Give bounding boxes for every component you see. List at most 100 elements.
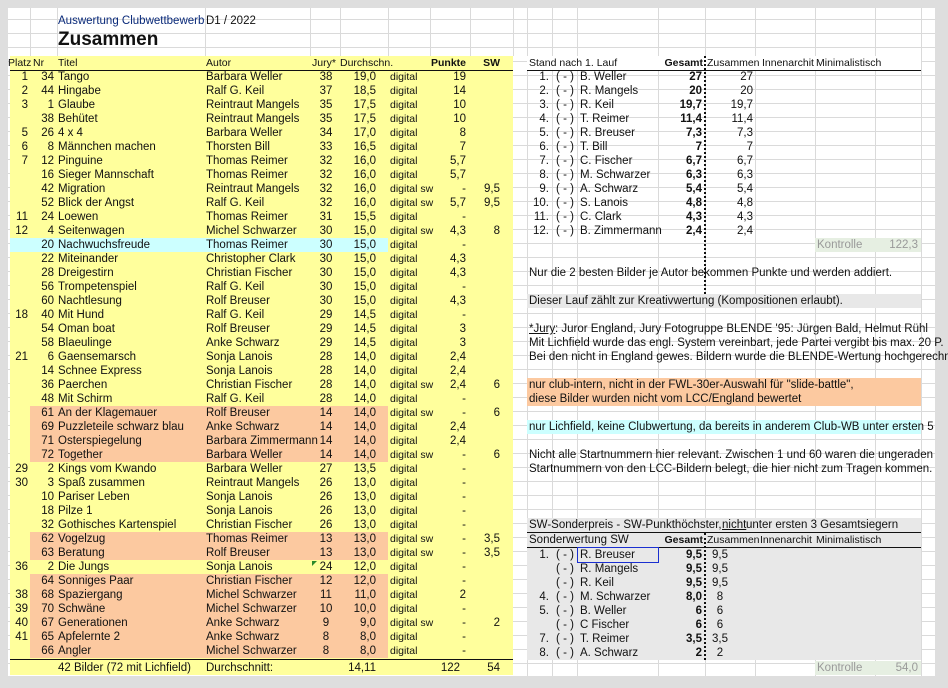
nr[interactable]: 2 — [30, 462, 54, 476]
zusammen[interactable]: 19,7 — [705, 98, 753, 112]
platz[interactable] — [8, 504, 28, 518]
typ[interactable]: digital — [390, 644, 430, 658]
rank[interactable]: 7. — [527, 154, 549, 168]
durchschnitt[interactable]: 16,0 — [340, 182, 376, 196]
platz[interactable] — [8, 364, 28, 378]
gesamt[interactable]: 7 — [658, 140, 702, 154]
zusammen[interactable]: 7,3 — [705, 126, 753, 140]
sw[interactable] — [470, 126, 500, 140]
header-nr[interactable]: Nr — [33, 56, 55, 70]
nr[interactable]: 18 — [30, 504, 54, 518]
jury[interactable]: 28 — [312, 392, 340, 406]
gesamt[interactable]: 2 — [658, 646, 702, 660]
jury[interactable]: 32 — [312, 168, 340, 182]
punkte[interactable]: - — [430, 462, 466, 476]
jury[interactable]: 8 — [312, 630, 340, 644]
rank[interactable]: 8. — [527, 646, 549, 660]
sw[interactable]: 3,5 — [470, 532, 500, 546]
gesamt[interactable]: 4,3 — [658, 210, 702, 224]
titel[interactable]: Nachwuchsfreude — [58, 238, 203, 252]
punkte[interactable]: 5,7 — [430, 154, 466, 168]
titel[interactable]: Loewen — [58, 210, 203, 224]
rank[interactable]: 11. — [527, 210, 549, 224]
durchschnitt[interactable]: 15,0 — [340, 266, 376, 280]
jury[interactable]: 27 — [312, 462, 340, 476]
jury[interactable]: 26 — [312, 504, 340, 518]
typ[interactable]: digital — [390, 364, 430, 378]
durchschnitt[interactable]: 13,5 — [340, 462, 376, 476]
header-jury[interactable]: Jury* — [312, 56, 342, 70]
nr[interactable]: 28 — [30, 266, 54, 280]
autor[interactable]: Barbara Zimmermann — [206, 434, 318, 448]
typ[interactable]: digital sw — [390, 616, 433, 630]
nr[interactable]: 24 — [30, 210, 54, 224]
note-start1[interactable]: Nicht alle Startnummern hier relevant. Z… — [529, 448, 933, 462]
durchschnitt[interactable]: 16,0 — [340, 196, 376, 210]
zusammen[interactable]: 9,5 — [705, 576, 735, 590]
jury[interactable]: 38 — [312, 70, 340, 84]
titel[interactable]: Blick der Angst — [58, 196, 203, 210]
autor[interactable]: Sonja Lanois — [206, 350, 310, 364]
titel[interactable]: Vogelzug — [58, 532, 203, 546]
punkte[interactable]: - — [430, 210, 466, 224]
name[interactable]: S. Lanois — [580, 196, 658, 210]
name[interactable]: M. Schwarzer — [580, 590, 658, 604]
autor[interactable]: Anke Schwarz — [206, 630, 310, 644]
sw[interactable] — [470, 602, 500, 616]
gesamt[interactable]: 11,4 — [658, 112, 702, 126]
name[interactable]: R. Keil — [580, 98, 658, 112]
nr[interactable]: 56 — [30, 280, 54, 294]
typ[interactable]: digital — [390, 112, 430, 126]
nr[interactable]: 71 — [30, 434, 54, 448]
autor[interactable]: Ralf G. Keil — [206, 280, 310, 294]
header-titel[interactable]: Titel — [58, 56, 158, 70]
name[interactable]: A. Schwarz — [580, 646, 658, 660]
durchschnitt[interactable]: 18,5 — [340, 84, 376, 98]
gesamt[interactable]: 9,5 — [658, 548, 702, 562]
platz[interactable]: 2 — [8, 84, 28, 98]
punkte[interactable]: 4,3 — [430, 266, 466, 280]
durchschnitt[interactable]: 14,0 — [340, 364, 376, 378]
sw-kontrolle-label[interactable]: Kontrolle — [817, 661, 877, 675]
durchschnitt[interactable]: 13,0 — [340, 546, 376, 560]
punkte[interactable]: 14 — [430, 84, 466, 98]
punkte[interactable]: 3 — [430, 322, 466, 336]
titel[interactable]: Nachtlesung — [58, 294, 203, 308]
nr[interactable]: 48 — [30, 392, 54, 406]
note-jury2[interactable]: Mit Lichfield wurde das engl. System ver… — [529, 336, 944, 350]
platz[interactable] — [8, 434, 28, 448]
name[interactable]: C. Clark — [580, 210, 658, 224]
header-minimalistisch[interactable]: Minimalistisch — [816, 56, 881, 70]
note-orange1[interactable]: nur club-intern, nicht in der FWL-30er-A… — [529, 378, 854, 392]
change[interactable]: ( - ) — [554, 576, 576, 590]
durchschnitt[interactable]: 15,0 — [340, 252, 376, 266]
durchschnitt[interactable]: 14,0 — [340, 406, 376, 420]
name[interactable]: R. Keil — [580, 576, 658, 590]
change[interactable]: ( - ) — [554, 618, 576, 632]
sw[interactable] — [470, 560, 500, 574]
nr[interactable]: 8 — [30, 140, 54, 154]
punkte[interactable]: 10 — [430, 98, 466, 112]
nr[interactable]: 12 — [30, 154, 54, 168]
name[interactable]: R. Mangels — [580, 84, 658, 98]
sw[interactable] — [470, 210, 500, 224]
standings-title[interactable]: Stand nach 1. Lauf — [529, 56, 654, 70]
autor[interactable]: Ralf G. Keil — [206, 84, 310, 98]
jury[interactable]: 12 — [312, 574, 340, 588]
titel[interactable]: Paerchen — [58, 378, 203, 392]
platz[interactable]: 1 — [8, 70, 28, 84]
nr[interactable]: 22 — [30, 252, 54, 266]
jury[interactable]: 10 — [312, 602, 340, 616]
rank[interactable]: 5. — [527, 604, 549, 618]
nr[interactable]: 14 — [30, 364, 54, 378]
nr[interactable]: 6 — [30, 350, 54, 364]
change[interactable]: ( - ) — [554, 562, 576, 576]
jury[interactable]: 29 — [312, 322, 340, 336]
punkte[interactable]: 4,3 — [430, 294, 466, 308]
platz[interactable] — [8, 238, 28, 252]
note-best2[interactable]: Nur die 2 besten Bilder je Autor bekomme… — [529, 266, 892, 280]
durchschnitt[interactable]: 12,0 — [340, 574, 376, 588]
autor[interactable]: Reintraut Mangels — [206, 112, 310, 126]
sw-header-innenarchit[interactable]: Innenarchit — [760, 533, 815, 547]
autor[interactable]: Christopher Clark — [206, 252, 310, 266]
